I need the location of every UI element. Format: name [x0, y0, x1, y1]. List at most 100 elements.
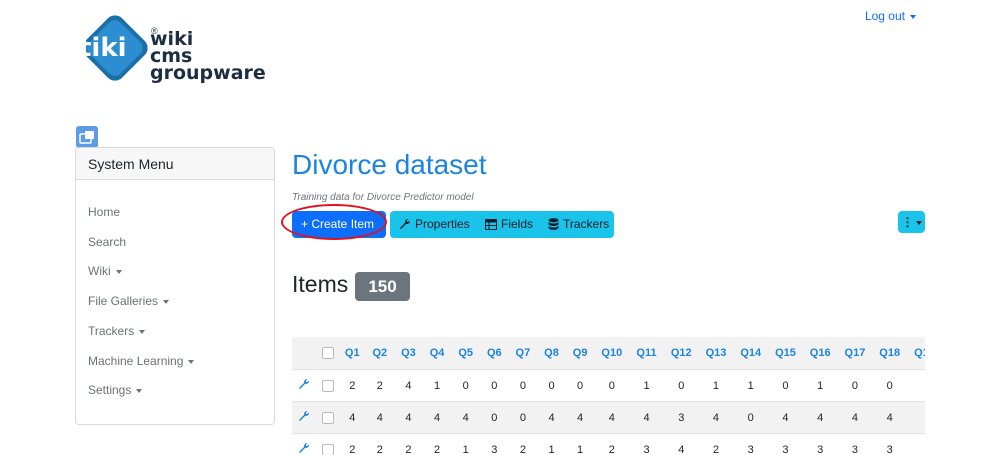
- chevron-down-icon: [915, 220, 922, 225]
- table-cell: 4: [365, 401, 395, 434]
- row-select-cell: [316, 369, 339, 402]
- table-cell: 4: [802, 401, 838, 434]
- table-cell: 0: [479, 369, 509, 402]
- row-actions-cell: [292, 401, 317, 434]
- table-cell: 1: [422, 369, 452, 402]
- database-icon: [548, 218, 559, 230]
- sidebar-item-machine-learning[interactable]: Machine Learning: [88, 354, 195, 368]
- logout-menu[interactable]: Log out: [865, 9, 916, 23]
- column-header-q15[interactable]: Q15: [768, 337, 803, 370]
- wrench-icon[interactable]: [298, 442, 310, 454]
- table-cell: 4: [629, 401, 664, 434]
- wrench-icon: [400, 218, 411, 229]
- table-cell: 2: [508, 433, 538, 455]
- table-row: 222213211234233333: [292, 433, 925, 455]
- table-cell: 3: [733, 433, 769, 455]
- header-select-cell: [316, 337, 339, 370]
- sidebar-item-file-galleries[interactable]: File Galleries: [88, 294, 170, 308]
- sidebar-item-settings[interactable]: Settings: [88, 383, 143, 397]
- column-header-q16[interactable]: Q16: [802, 337, 838, 370]
- table-cell: 4: [698, 401, 734, 434]
- table-cell: 0: [565, 369, 595, 402]
- table-cell: 0: [663, 369, 699, 402]
- system-menu: System Menu Home Search Wiki File Galler…: [75, 147, 275, 425]
- properties-button[interactable]: Properties: [399, 211, 470, 238]
- items-count-badge: 150: [355, 272, 410, 301]
- table-cell: 0: [837, 369, 873, 402]
- column-header-q12[interactable]: Q12: [663, 337, 699, 370]
- row-select-cell: [316, 433, 339, 455]
- table-cell: 1: [629, 369, 664, 402]
- table-cell: 1: [451, 433, 480, 455]
- table-cell: 4: [768, 401, 803, 434]
- chevron-down-icon: [163, 299, 170, 304]
- column-header-q2[interactable]: Q2: [365, 337, 395, 370]
- table-cell: 4: [594, 401, 630, 434]
- system-menu-header: System Menu: [76, 148, 274, 180]
- more-actions-button[interactable]: ⋮: [898, 211, 925, 233]
- table-cell: 4: [451, 401, 480, 434]
- column-header-q9[interactable]: Q9: [565, 337, 595, 370]
- trackers-button[interactable]: Trackers: [548, 211, 609, 238]
- table-cell: 4: [394, 369, 423, 402]
- wrench-icon[interactable]: [298, 378, 310, 390]
- column-header-q13[interactable]: Q13: [698, 337, 734, 370]
- row-checkbox[interactable]: [321, 443, 334, 455]
- chevron-down-icon: [115, 269, 122, 274]
- table-cell: 3: [802, 433, 838, 455]
- table-cell: [907, 369, 925, 402]
- table-cell: 1: [537, 433, 566, 455]
- column-header-q6[interactable]: Q6: [479, 337, 509, 370]
- table-cell: [907, 433, 925, 455]
- page-subtitle: Training data for Divorce Predictor mode…: [292, 192, 474, 203]
- table-cell: 3: [663, 401, 699, 434]
- column-header-q14[interactable]: Q14: [733, 337, 769, 370]
- table-icon: [485, 219, 497, 230]
- row-checkbox[interactable]: [321, 411, 334, 424]
- sidebar-item-trackers[interactable]: Trackers: [88, 324, 146, 338]
- table-cell: 3: [479, 433, 509, 455]
- table-cell: 1: [733, 369, 769, 402]
- table-cell: 3: [629, 433, 664, 455]
- table-cell: 0: [508, 401, 538, 434]
- column-header-q17[interactable]: Q17: [837, 337, 873, 370]
- kebab-icon: ⋮: [901, 215, 914, 229]
- table-cell: 2: [698, 433, 734, 455]
- table-cell: 1: [802, 369, 838, 402]
- module-toggle-icon[interactable]: [76, 126, 98, 148]
- table-cell: 4: [537, 401, 566, 434]
- items-table: Q1 Q2 Q3 Q4 Q5 Q6 Q7 Q8 Q9 Q10 Q11 Q12 Q…: [292, 337, 925, 455]
- table-cell: 4: [565, 401, 595, 434]
- sidebar-item-search[interactable]: Search: [88, 235, 126, 249]
- table-cell: 0: [872, 369, 908, 402]
- table-cell: 2: [338, 369, 366, 402]
- column-header-q1[interactable]: Q1: [338, 337, 366, 370]
- wrench-icon[interactable]: [298, 410, 310, 422]
- chevron-down-icon: [136, 388, 143, 393]
- table-cell: 1: [565, 433, 595, 455]
- column-header-q10[interactable]: Q10: [594, 337, 630, 370]
- sidebar-item-wiki[interactable]: Wiki: [88, 264, 122, 278]
- table-cell: 0: [537, 369, 566, 402]
- table-cell: 3: [768, 433, 803, 455]
- column-header-q4[interactable]: Q4: [422, 337, 452, 370]
- row-checkbox[interactable]: [321, 379, 334, 392]
- table-cell: 0: [451, 369, 480, 402]
- fields-button[interactable]: Fields: [485, 211, 533, 238]
- column-header-q7[interactable]: Q7: [508, 337, 538, 370]
- column-header-q19[interactable]: Q19: [907, 337, 925, 370]
- select-all-checkbox[interactable]: [321, 347, 334, 360]
- sidebar-item-home[interactable]: Home: [88, 205, 120, 219]
- create-item-button[interactable]: + Create Item: [292, 211, 386, 238]
- column-header-q3[interactable]: Q3: [394, 337, 423, 370]
- table-cell: 2: [422, 433, 452, 455]
- column-header-q8[interactable]: Q8: [537, 337, 566, 370]
- table-cell: 4: [422, 401, 452, 434]
- column-header-q5[interactable]: Q5: [451, 337, 480, 370]
- items-heading: Items: [292, 271, 349, 297]
- table-cell: 2: [365, 433, 395, 455]
- column-header-q11[interactable]: Q11: [629, 337, 664, 370]
- column-header-q18[interactable]: Q18: [872, 337, 908, 370]
- row-select-cell: [316, 401, 339, 434]
- table-cell: 2: [365, 369, 395, 402]
